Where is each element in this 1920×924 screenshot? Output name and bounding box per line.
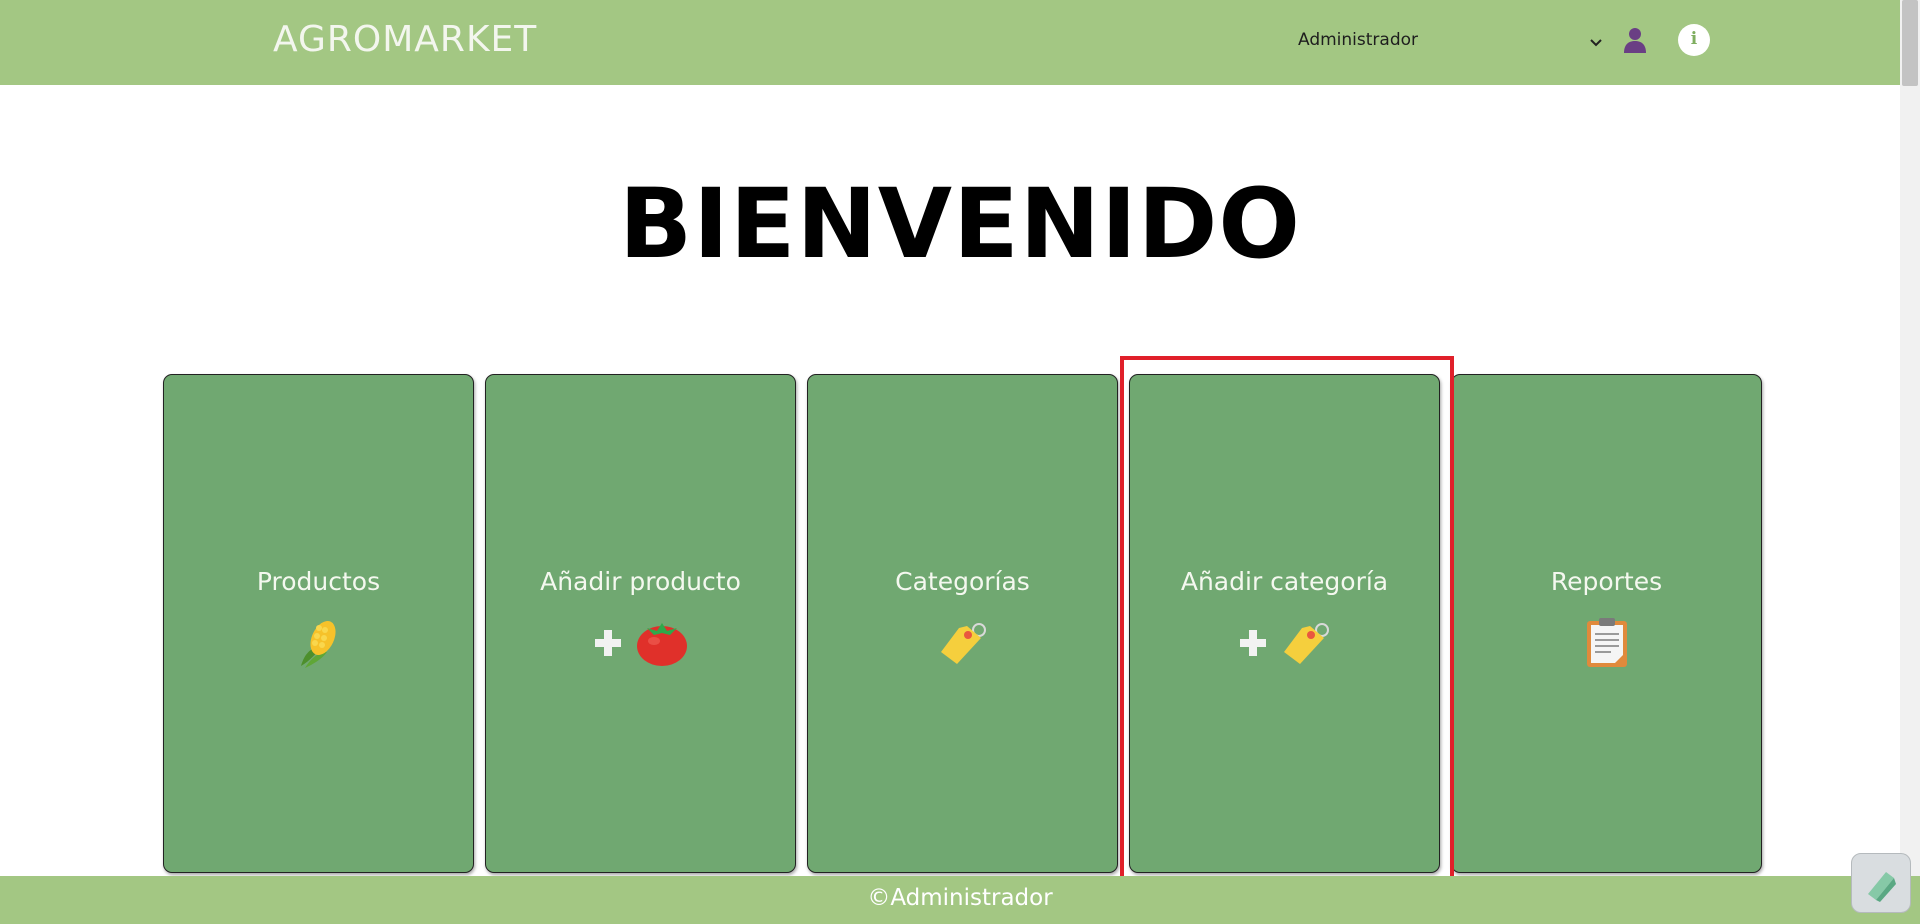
footer-text: ©Administrador [867, 885, 1053, 911]
clipboard-icon [1586, 618, 1627, 667]
card-label: Productos [256, 567, 381, 596]
card-categorias[interactable]: Categorías [807, 374, 1118, 873]
extension-icon [1868, 872, 1896, 902]
page-title: BIENVENIDO [618, 168, 1302, 280]
plus-icon [594, 630, 621, 656]
card-label: Añadir producto [540, 567, 741, 596]
selection-highlight [1120, 356, 1454, 886]
tomato-icon [636, 623, 687, 666]
card-label: Categorías [895, 567, 1030, 596]
user-icon[interactable] [1623, 26, 1647, 54]
brand-logo[interactable]: AGROMARKET [273, 19, 537, 60]
user-role-select[interactable]: Administrador [1298, 30, 1604, 56]
corn-icon [300, 621, 336, 668]
card-productos[interactable]: Productos [163, 374, 474, 873]
footer: ©Administrador [0, 876, 1920, 924]
scrollbar-thumb[interactable] [1902, 0, 1918, 86]
user-role-select-value: Administrador [1298, 30, 1419, 50]
card-label: Reportes [1550, 567, 1663, 596]
top-navbar: AGROMARKET Administrador i [0, 0, 1900, 85]
card-reportes[interactable]: Reportes [1451, 374, 1762, 873]
tag-icon [940, 623, 986, 664]
chevron-down-icon [1590, 39, 1602, 47]
page-scrollbar[interactable] [1900, 0, 1920, 924]
floating-widget-button[interactable] [1851, 853, 1911, 913]
info-icon[interactable]: i [1678, 24, 1710, 56]
card-anadir-producto[interactable]: Añadir producto [485, 374, 796, 873]
